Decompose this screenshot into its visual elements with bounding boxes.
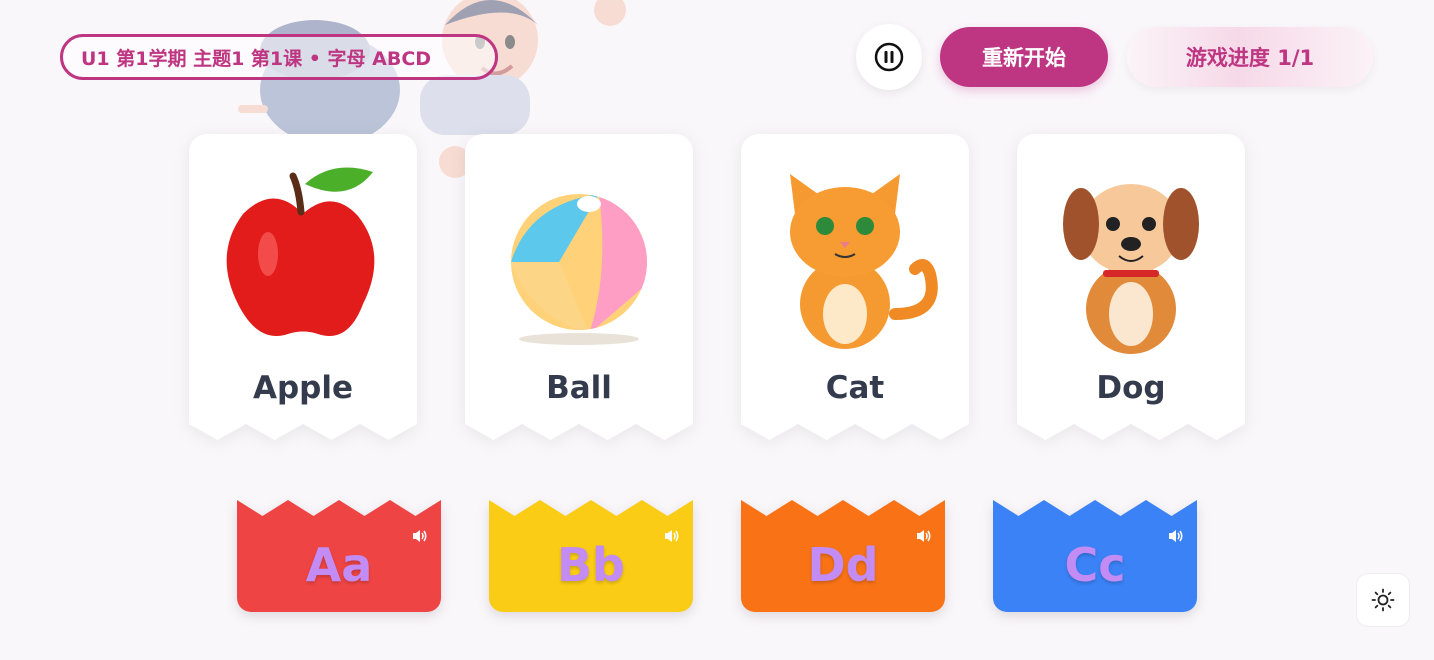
- tile-letter: Dd: [807, 538, 879, 592]
- pause-button[interactable]: [856, 24, 922, 90]
- tile-letter: Cc: [1064, 538, 1126, 592]
- card-word: Dog: [1096, 370, 1166, 406]
- lesson-title: U1 第1学期 主题1 第1课 • 字母 ABCD: [81, 47, 432, 70]
- theme-toggle-button[interactable]: [1356, 573, 1410, 627]
- speaker-icon[interactable]: [915, 528, 933, 544]
- card-apple[interactable]: Apple: [189, 134, 417, 440]
- speaker-icon[interactable]: [411, 528, 429, 544]
- tile-letter: Bb: [557, 538, 625, 592]
- speaker-icon[interactable]: [663, 528, 681, 544]
- restart-button[interactable]: 重新开始: [940, 27, 1108, 87]
- sun-icon: [1371, 588, 1395, 612]
- card-word: Ball: [546, 370, 612, 406]
- card-cat[interactable]: Cat: [741, 134, 969, 440]
- letter-tile[interactable]: Cc: [993, 500, 1197, 612]
- cat-icon: [790, 174, 938, 349]
- card-dog[interactable]: Dog: [1017, 134, 1245, 440]
- ball-icon: [511, 194, 647, 345]
- letter-tile[interactable]: Bb: [489, 500, 693, 612]
- dog-icon: [1063, 184, 1199, 354]
- speaker-icon[interactable]: [1167, 528, 1185, 544]
- pause-icon: [874, 42, 904, 72]
- lesson-title-pill: U1 第1学期 主题1 第1课 • 字母 ABCD: [60, 34, 498, 80]
- restart-label: 重新开始: [982, 46, 1066, 70]
- card-word: Apple: [252, 370, 354, 406]
- progress-label: 游戏进度 1/1: [1185, 46, 1315, 70]
- letter-tile[interactable]: Dd: [741, 500, 945, 612]
- game-progress: 游戏进度 1/1: [1127, 27, 1373, 87]
- apple-icon: [226, 167, 375, 336]
- card-word: Cat: [825, 370, 885, 406]
- letter-tile[interactable]: Aa: [237, 500, 441, 612]
- tile-letter: Aa: [305, 538, 373, 592]
- card-ball[interactable]: Ball: [465, 134, 693, 440]
